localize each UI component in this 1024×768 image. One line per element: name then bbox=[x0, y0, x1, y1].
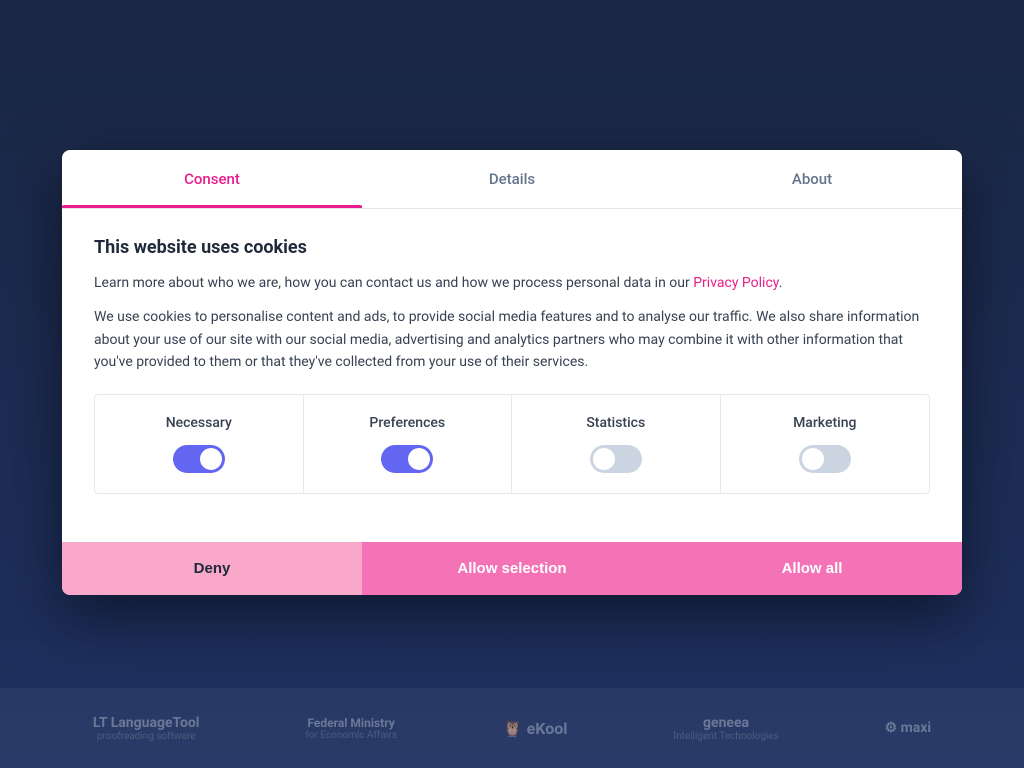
toggle-marketing-switch[interactable] bbox=[799, 445, 851, 473]
cookie-action-buttons: Deny Allow selection Allow all bbox=[62, 542, 962, 595]
toggle-preferences-switch[interactable] bbox=[381, 445, 433, 473]
toggle-marketing: Marketing bbox=[721, 395, 930, 493]
toggle-necessary-knob bbox=[200, 448, 222, 470]
toggle-necessary: Necessary bbox=[95, 395, 304, 493]
tab-about[interactable]: About bbox=[662, 150, 962, 208]
partner-logo-languagetool: LT LanguageTool proofreading software bbox=[93, 715, 200, 742]
toggle-marketing-label: Marketing bbox=[793, 415, 856, 431]
logo-strip: LT LanguageTool proofreading software Fe… bbox=[0, 688, 1024, 768]
allow-all-button[interactable]: Allow all bbox=[662, 542, 962, 595]
cookie-description-1: Learn more about who we are, how you can… bbox=[94, 272, 930, 294]
cookie-content: This website uses cookies Learn more abo… bbox=[62, 209, 962, 542]
partner-logo-maxi: ⚙ maxi bbox=[885, 720, 931, 736]
cookie-tabs: Consent Details About bbox=[62, 150, 962, 209]
toggle-necessary-label: Necessary bbox=[166, 415, 232, 431]
cookie-title: This website uses cookies bbox=[94, 237, 930, 258]
toggle-preferences: Preferences bbox=[304, 395, 513, 493]
cookie-toggles: Necessary Preferences Statistics bbox=[94, 394, 930, 494]
cookie-consent-dialog: Consent Details About This website uses … bbox=[62, 150, 962, 595]
allow-selection-button[interactable]: Allow selection bbox=[362, 542, 662, 595]
tab-details[interactable]: Details bbox=[362, 150, 662, 208]
toggle-marketing-knob bbox=[802, 448, 824, 470]
toggle-statistics-label: Statistics bbox=[586, 415, 645, 431]
partner-logo-geneea: geneea Intelligent Technologies bbox=[673, 715, 779, 742]
toggle-necessary-switch[interactable] bbox=[173, 445, 225, 473]
partner-logo-ekool: 🦉 eKool bbox=[503, 719, 568, 738]
toggle-statistics: Statistics bbox=[512, 395, 721, 493]
cookie-description-2: We use cookies to personalise content an… bbox=[94, 306, 930, 373]
partner-logo-federal-ministry: Federal Ministry for Economic Affairs bbox=[305, 716, 397, 741]
tab-consent[interactable]: Consent bbox=[62, 150, 362, 208]
privacy-policy-link[interactable]: Privacy Policy bbox=[693, 275, 778, 291]
toggle-statistics-switch[interactable] bbox=[590, 445, 642, 473]
toggle-preferences-knob bbox=[408, 448, 430, 470]
toggle-preferences-label: Preferences bbox=[369, 415, 445, 431]
toggle-statistics-knob bbox=[593, 448, 615, 470]
deny-button[interactable]: Deny bbox=[62, 542, 362, 595]
